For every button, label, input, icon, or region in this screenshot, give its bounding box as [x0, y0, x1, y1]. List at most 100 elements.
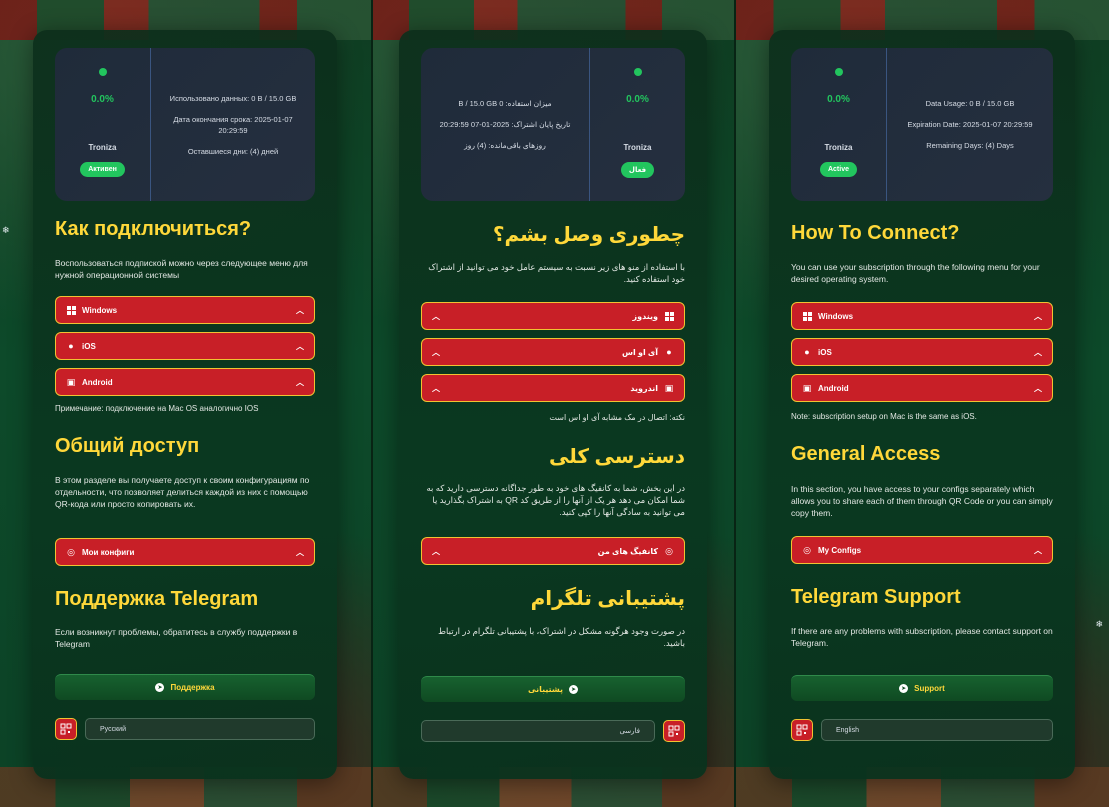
snowflake-icon: ❄	[1095, 619, 1103, 629]
os-button-label: Android	[82, 377, 113, 387]
os-button-ios[interactable]: ● iOS ︿	[55, 332, 315, 360]
panel-persian: 0.0% Troniza فعال میزان استفاده: 0 B / 1…	[371, 0, 734, 807]
chevron-up-icon: ︿	[432, 546, 440, 556]
configs-button-label: Мои конфиги	[82, 547, 135, 557]
usage-percent: 0.0%	[91, 94, 114, 105]
qr-code-button[interactable]	[663, 720, 685, 742]
my-configs-button[interactable]: ◎ Мои конфиги ︿	[55, 538, 315, 566]
language-select[interactable]: Русский	[85, 718, 315, 740]
configs-button-label: کانفیگ های من	[597, 546, 658, 556]
os-button-android[interactable]: ▣ Android ︿	[791, 374, 1053, 402]
os-button-label: iOS	[82, 341, 96, 351]
usage-percent: 0.0%	[626, 94, 649, 105]
os-button-android[interactable]: ▣ اندروید ︿	[421, 374, 685, 402]
status-left: 0.0% Troniza فعال	[589, 48, 685, 201]
os-button-label: Windows	[82, 305, 118, 315]
support-title: Поддержка Telegram	[55, 588, 259, 610]
windows-icon	[66, 305, 76, 315]
support-button[interactable]: پشتیبانی ➤	[421, 676, 685, 702]
support-button-label: Support	[914, 684, 945, 693]
bottom-bar: English	[791, 718, 1053, 742]
remaining-text: Remaining Days: (4) Days	[926, 141, 1014, 150]
access-text: In this section, you have access to your…	[791, 484, 1053, 518]
my-configs-button[interactable]: ◎ My Configs ︿	[791, 536, 1053, 564]
connect-title: How To Connect?	[791, 222, 960, 244]
support-button[interactable]: ➤ Поддержка	[55, 674, 315, 700]
my-configs-button[interactable]: ◎ کانفیگ های من ︿	[421, 537, 685, 565]
os-button-label: Android	[818, 383, 849, 393]
connect-text: با استفاده از منو های زیر نسبت به سیستم …	[428, 262, 685, 284]
status-badge: Active	[819, 162, 857, 177]
windows-icon	[802, 311, 812, 321]
status-badge: فعال	[620, 162, 655, 178]
username: Troniza	[623, 143, 652, 152]
chevron-up-icon: ︿	[1034, 545, 1042, 555]
data-usage-text: Data Usage: 0 B / 15.0 GB	[925, 99, 1015, 108]
globe-icon: ◎	[665, 545, 673, 556]
qr-code-button[interactable]	[791, 719, 813, 741]
os-button-label: iOS	[818, 347, 832, 357]
support-button-label: پشتیبانی	[527, 685, 564, 694]
qr-code-button[interactable]	[55, 718, 77, 740]
os-button-android[interactable]: ▣ Android ︿	[55, 368, 315, 396]
connect-text: Воспользоваться подпиской можно через сл…	[55, 258, 308, 280]
chevron-up-icon: ︿	[432, 311, 440, 321]
chevron-up-icon: ︿	[296, 341, 304, 351]
os-button-windows[interactable]: Windows ︿	[791, 302, 1053, 330]
os-button-label: اندروید	[630, 383, 658, 393]
status-left: 0.0% Troniza Active	[791, 48, 887, 201]
bottom-bar: Русский	[55, 717, 315, 741]
os-button-ios[interactable]: ● iOS ︿	[791, 338, 1053, 366]
status-details: Data Usage: 0 B / 15.0 GB Expiration Dat…	[887, 48, 1053, 201]
globe-icon: ◎	[67, 546, 75, 557]
os-button-label: ویندوز	[632, 311, 658, 321]
status-details: Использовано данных: 0 B / 15.0 GB Дата …	[151, 48, 315, 201]
access-title: دسترسی کلی	[548, 446, 685, 468]
remaining-text: روزهای باقی‌مانده: (4) روز	[464, 141, 546, 150]
language-select[interactable]: English	[821, 719, 1053, 741]
support-button[interactable]: ➤ Support	[791, 675, 1053, 701]
os-button-windows[interactable]: ویندوز ︿	[421, 302, 685, 330]
chevron-up-icon: ︿	[432, 383, 440, 393]
os-button-label: آی او اس	[621, 347, 658, 357]
support-title: Telegram Support	[791, 586, 961, 608]
os-button-ios[interactable]: ● آی او اس ︿	[421, 338, 685, 366]
bottom-bar: فارسی	[421, 719, 685, 743]
usage-percent: 0.0%	[827, 94, 850, 105]
mac-note: Примечание: подключение на Mac OS аналог…	[55, 404, 259, 413]
configs-button-label: My Configs	[818, 545, 862, 555]
online-dot-icon	[633, 68, 642, 76]
snowflake-icon: ❄	[2, 225, 10, 235]
apple-icon: ●	[666, 347, 672, 357]
qr-code-icon	[796, 724, 808, 736]
support-text: در صورت وجود هرگونه مشکل در اشتراک، با پ…	[438, 626, 685, 648]
connect-title: چطوری وصل بشم؟	[492, 224, 685, 246]
data-usage-text: Использовано данных: 0 B / 15.0 GB	[169, 93, 297, 103]
panel-russian: ❄ 0.0% Troniza Активен Использовано данн…	[0, 0, 371, 807]
expiry-text: Expiration Date: 2025-01-07 20:29:59	[907, 120, 1033, 129]
support-title: پشتیبانی تلگرام	[530, 588, 685, 610]
subscription-card: 0.0% Troniza Active Data Usage: 0 B / 15…	[769, 30, 1075, 779]
mac-note: Note: subscription setup on Mac is the s…	[791, 412, 977, 421]
android-icon: ▣	[66, 376, 76, 387]
chevron-up-icon: ︿	[296, 305, 304, 315]
connect-text: You can use your subscription through th…	[791, 262, 1040, 284]
qr-code-icon	[668, 725, 680, 737]
mac-note: نکته: اتصال در مک مشابه آی او اس است	[549, 413, 685, 422]
android-icon: ▣	[664, 382, 674, 393]
android-icon: ▣	[802, 382, 812, 393]
os-button-windows[interactable]: Windows ︿	[55, 296, 315, 324]
subscription-card: 0.0% Troniza Активен Использовано данных…	[33, 30, 337, 779]
data-usage-text: میزان استفاده: 0 B / 15.0 GB	[458, 99, 552, 108]
chevron-up-icon: ︿	[1034, 347, 1042, 357]
os-button-label: Windows	[818, 311, 854, 321]
online-dot-icon	[98, 68, 107, 76]
expiry-text: تاریخ پایان اشتراک: 2025-01-07 20:29:59	[439, 120, 571, 129]
language-select[interactable]: فارسی	[421, 720, 655, 742]
telegram-icon: ➤	[899, 684, 909, 693]
access-text: В этом разделе вы получаете доступ к сво…	[55, 475, 310, 509]
apple-icon: ●	[804, 347, 810, 357]
status-box: 0.0% Troniza Active Data Usage: 0 B / 15…	[791, 48, 1053, 201]
apple-icon: ●	[68, 341, 74, 351]
expiry-text: Дата окончания срока: 2025-01-07 20:29:5…	[173, 114, 293, 135]
